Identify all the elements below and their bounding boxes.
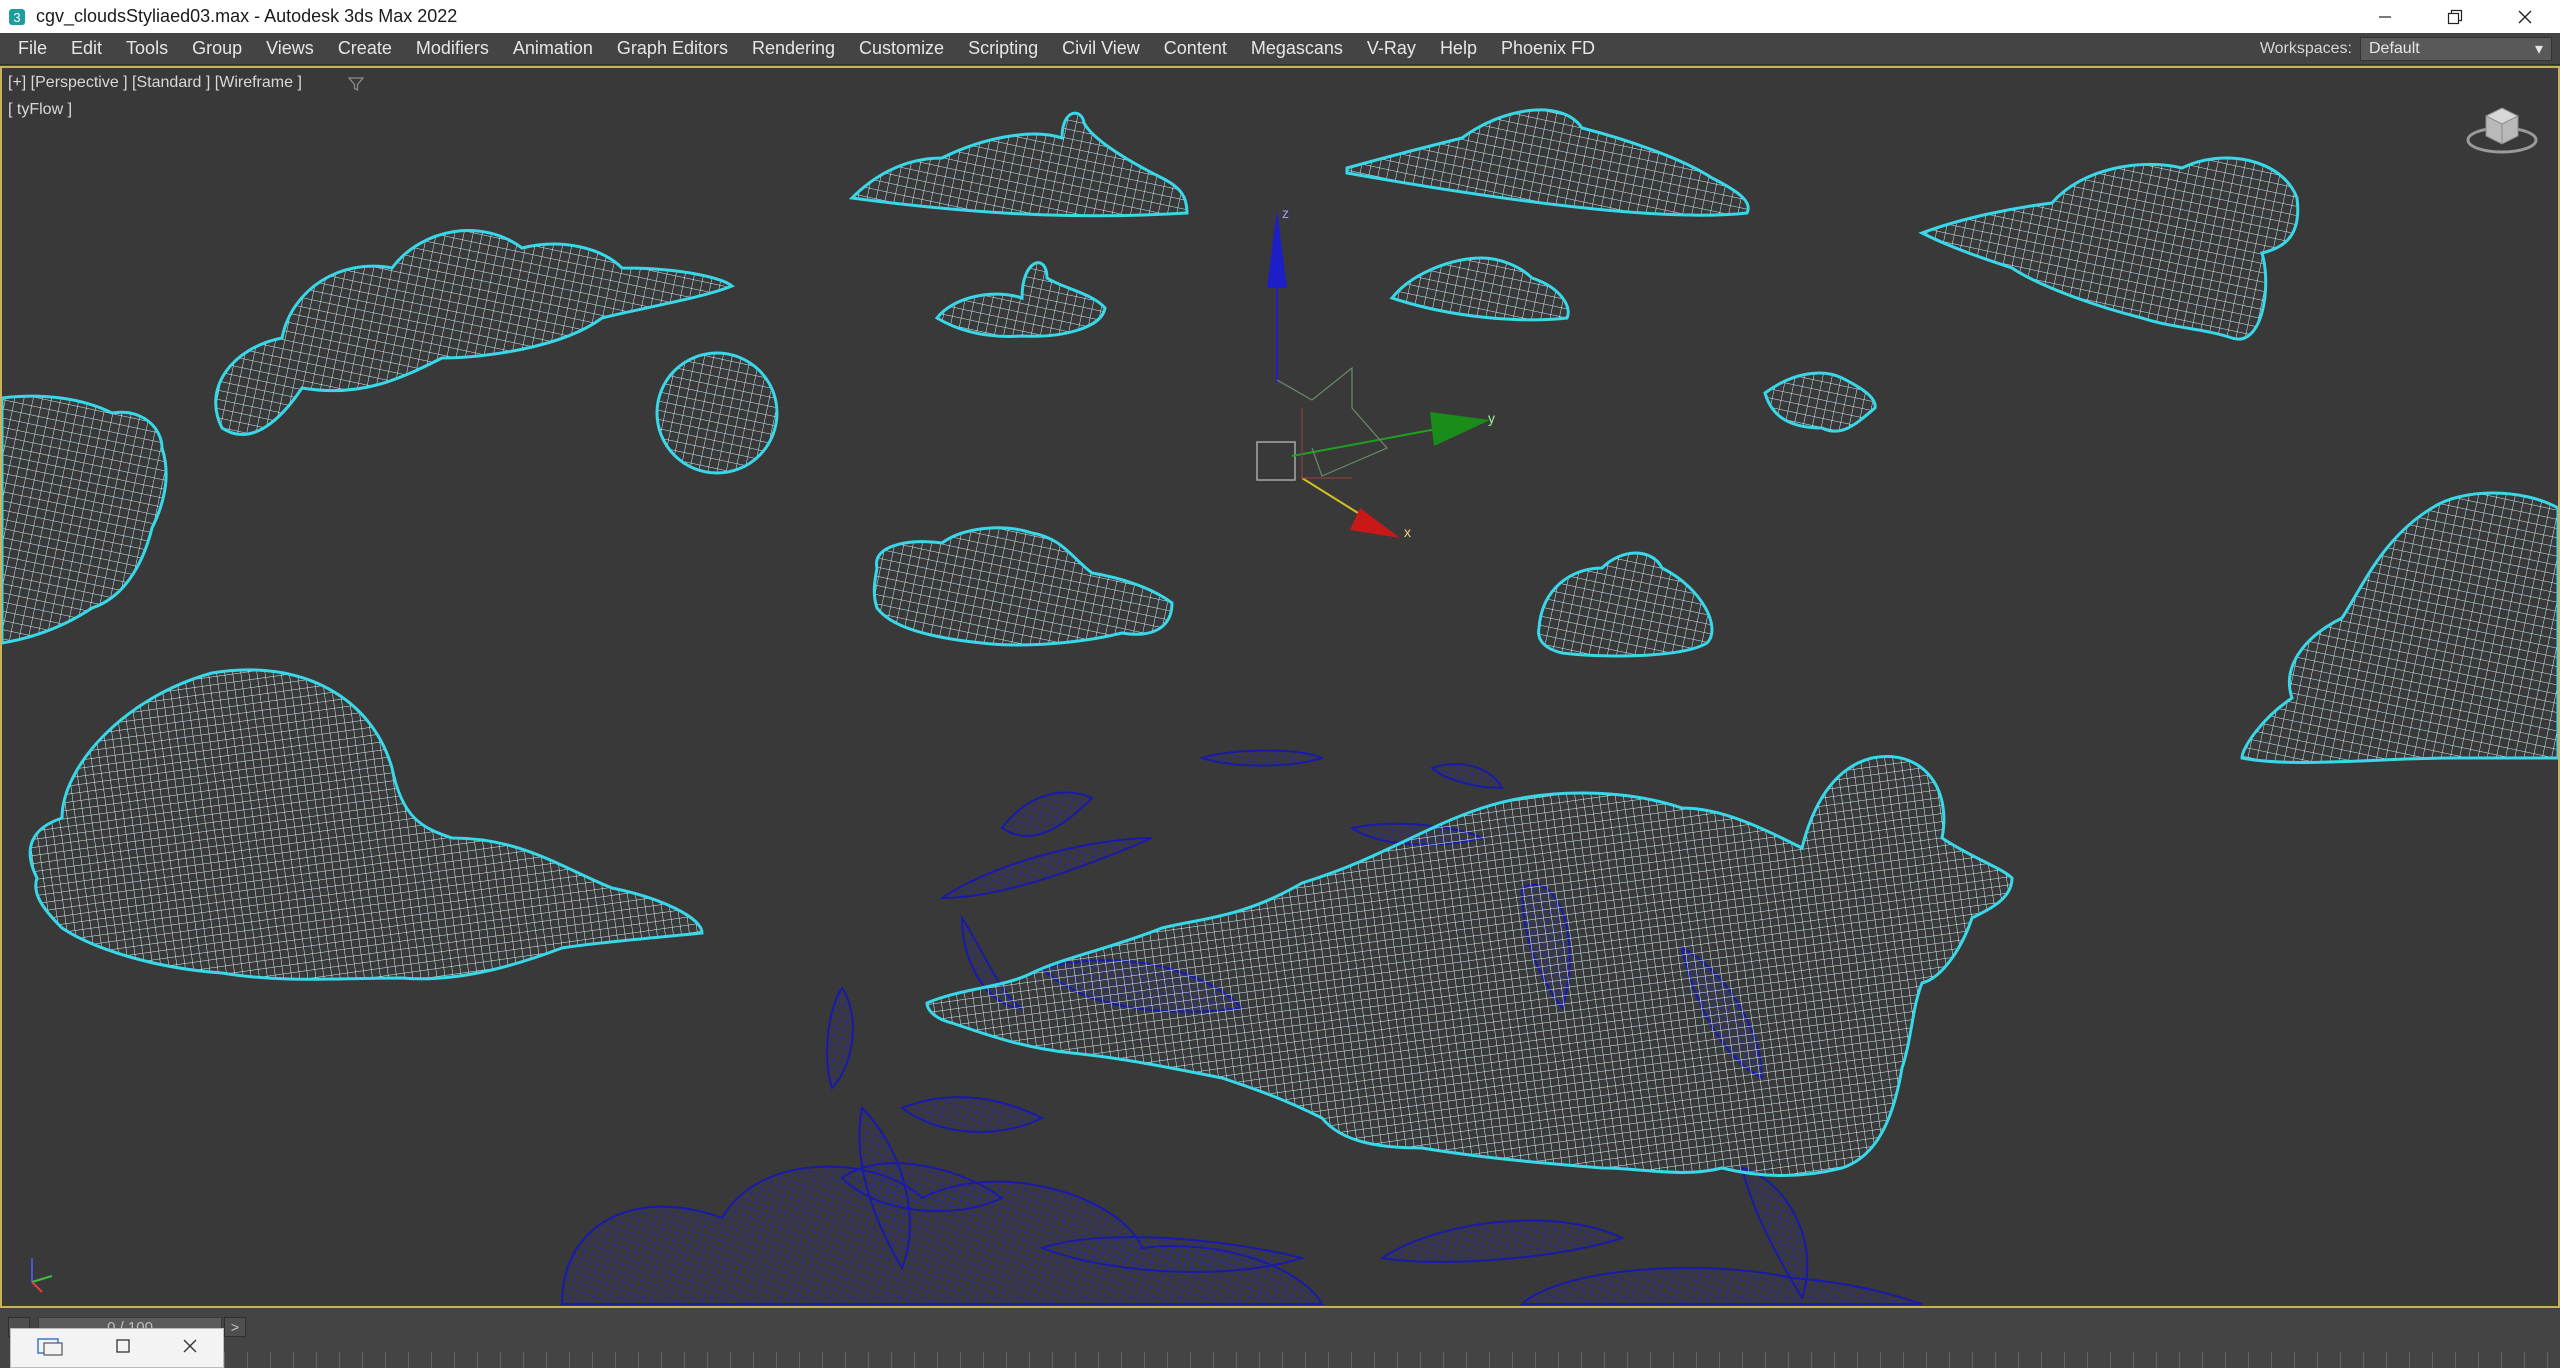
menu-modifiers[interactable]: Modifiers [404,33,501,64]
filter-icon[interactable] [347,76,365,97]
chevron-down-icon: ▾ [2534,40,2543,58]
menu-edit[interactable]: Edit [59,33,114,64]
gizmo-z-label: z [1282,205,1289,221]
restore-icon[interactable] [2420,0,2490,33]
gizmo-y-label: y [1488,410,1495,426]
menu-group[interactable]: Group [180,33,254,64]
mini-floating-window [10,1328,224,1368]
minimize-icon[interactable] [2350,0,2420,33]
scene-canvas[interactable]: z y x [2,68,2558,1306]
menu-file[interactable]: File [6,33,59,64]
maximize-icon[interactable] [115,1338,131,1359]
workspaces: Workspaces: Default ▾ [2260,33,2560,64]
perspective-viewport[interactable]: z y x [+] [Perspective ] [Standard ] [Wi… [0,66,2560,1308]
viewcube-icon[interactable] [2464,98,2540,158]
close-icon[interactable] [2490,0,2560,33]
menu-phoenix-fd[interactable]: Phoenix FD [1489,33,1607,64]
workspaces-value: Default [2369,39,2420,57]
menu-views[interactable]: Views [254,33,326,64]
workspaces-label: Workspaces: [2259,39,2352,57]
menu-tools[interactable]: Tools [114,33,180,64]
menu-scripting[interactable]: Scripting [956,33,1050,64]
timeline-bar: 0 / 100 > [0,1308,2560,1368]
transform-gizmo[interactable]: z y x [1256,205,1495,540]
app-icon[interactable]: 3 [6,6,28,28]
workspaces-dropdown[interactable]: Default ▾ [2360,36,2552,61]
mini-close-icon[interactable] [182,1338,198,1359]
menu-rendering[interactable]: Rendering [740,33,847,64]
tyflow-label[interactable]: [ tyFlow ] [8,101,72,119]
gizmo-x-label: x [1404,524,1411,540]
menu-help[interactable]: Help [1428,33,1489,64]
window-title: cgv_cloudsStyliaed03.max - Autodesk 3ds … [36,6,458,26]
menu-bar: File Edit Tools Group Views Create Modif… [0,33,2560,65]
menu-graph-editors[interactable]: Graph Editors [605,33,740,64]
menu-content[interactable]: Content [1152,33,1239,64]
menu-create[interactable]: Create [326,33,404,64]
axis-tripod-icon [31,1258,53,1293]
menu-vray[interactable]: V-Ray [1355,33,1428,64]
next-frame-button[interactable]: > [224,1317,246,1337]
menu-civil-view[interactable]: Civil View [1050,33,1152,64]
menu-animation[interactable]: Animation [501,33,605,64]
timeline-ticks[interactable] [224,1352,2560,1368]
svg-text:3: 3 [13,10,20,25]
menu-megascans[interactable]: Megascans [1239,33,1355,64]
viewport-label[interactable]: [+] [Perspective ] [Standard ] [Wirefram… [8,74,302,92]
title-bar: 3 cgv_cloudsStyliaed03.max - Autodesk 3d… [0,0,2560,33]
menu-customize[interactable]: Customize [847,33,956,64]
window-thumbnail-icon[interactable] [36,1336,64,1361]
